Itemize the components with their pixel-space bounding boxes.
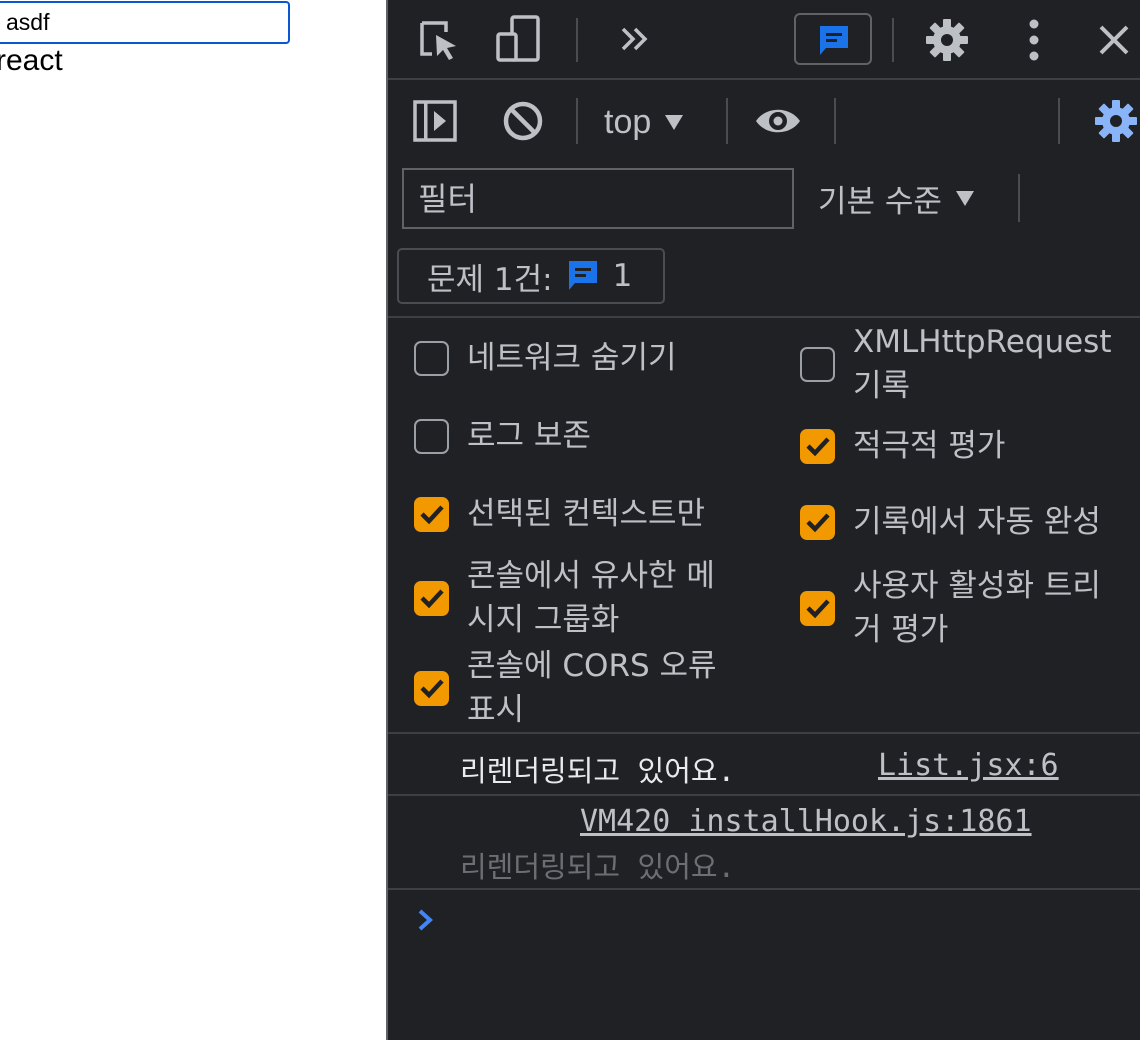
sidebar-toggle-icon[interactable] bbox=[412, 98, 458, 144]
web-page: react bbox=[0, 0, 386, 1040]
message-icon bbox=[820, 26, 848, 55]
console-settings-gear-icon[interactable] bbox=[1092, 98, 1140, 144]
clear-console-icon[interactable] bbox=[500, 98, 546, 144]
checkbox[interactable] bbox=[414, 340, 449, 376]
toolbar-separator bbox=[726, 98, 728, 144]
toolbar-separator bbox=[576, 18, 578, 62]
setting-eager-evaluation[interactable]: 적극적 평가 bbox=[800, 424, 1005, 468]
console-message: VM420 installHook.js:1861 리렌더링되고 있어요. bbox=[388, 796, 1140, 890]
console-message-text: 리렌더링되고 있어요. bbox=[460, 850, 736, 884]
context-select[interactable]: top bbox=[604, 98, 684, 146]
console-filter-input[interactable] bbox=[402, 168, 794, 229]
issues-count-button[interactable]: 문제 1건: 1 bbox=[397, 248, 665, 304]
setting-label: 선택된 컨텍스트만 bbox=[467, 496, 706, 532]
context-label: top bbox=[604, 102, 652, 141]
setting-label-line: 콘솔에서 유사한 메 bbox=[467, 558, 715, 594]
checkbox-checked[interactable] bbox=[414, 670, 449, 706]
checkmark-icon bbox=[419, 679, 444, 699]
checkmark-icon bbox=[805, 513, 830, 533]
close-icon[interactable] bbox=[1096, 22, 1132, 58]
setting-label: 네트워크 숨기기 bbox=[467, 340, 677, 376]
inspect-element-icon[interactable] bbox=[416, 18, 462, 64]
console-source-link[interactable]: VM420 installHook.js:1861 bbox=[580, 804, 1032, 839]
checkbox-checked[interactable] bbox=[800, 590, 835, 626]
page-text: react bbox=[0, 44, 63, 77]
checkmark-icon bbox=[419, 589, 444, 609]
checkmark-icon bbox=[805, 437, 830, 457]
checkbox[interactable] bbox=[800, 346, 835, 382]
more-options-icon[interactable] bbox=[1024, 17, 1044, 63]
more-tabs-icon[interactable] bbox=[618, 24, 652, 54]
issues-label: 문제 1건: bbox=[427, 261, 553, 298]
issues-toolbar-button[interactable] bbox=[794, 13, 872, 65]
log-level-select[interactable]: 기본 수준 bbox=[818, 174, 974, 222]
checkmark-icon bbox=[419, 505, 444, 525]
message-icon bbox=[568, 261, 597, 290]
page-text-input[interactable] bbox=[0, 1, 290, 44]
dropdown-arrow-icon bbox=[955, 190, 974, 206]
setting-log-xhr[interactable]: XMLHttpRequest 기록 bbox=[800, 320, 1111, 408]
setting-label-line: 표시 bbox=[467, 692, 525, 728]
toolbar-separator bbox=[576, 98, 578, 144]
devtools-main-toolbar bbox=[388, 0, 1140, 80]
setting-hide-network[interactable]: 네트워크 숨기기 bbox=[414, 336, 677, 380]
checkbox-checked[interactable] bbox=[800, 504, 835, 540]
setting-cors-errors[interactable]: 콘솔에 CORS 오류 표시 bbox=[414, 644, 717, 732]
dropdown-arrow-icon bbox=[665, 114, 684, 130]
setting-label-line: 시지 그룹화 bbox=[467, 602, 620, 638]
setting-user-activation[interactable]: 사용자 활성화 트리 거 평가 bbox=[800, 564, 1101, 652]
checkbox-checked[interactable] bbox=[800, 428, 835, 464]
checkmark-icon bbox=[805, 599, 830, 619]
toolbar-separator bbox=[1018, 174, 1020, 222]
setting-group-similar[interactable]: 콘솔에서 유사한 메 시지 그룹화 bbox=[414, 554, 715, 642]
toolbar-separator bbox=[1058, 98, 1060, 144]
issues-count: 1 bbox=[612, 258, 633, 294]
setting-label: 적극적 평가 bbox=[853, 428, 1006, 464]
setting-label: 로그 보존 bbox=[467, 418, 591, 454]
console-settings-pane: 네트워크 숨기기 로그 보존 선택된 컨텍스트만 콘솔에서 유사한 메 시지 그… bbox=[388, 316, 1140, 734]
setting-selected-context-only[interactable]: 선택된 컨텍스트만 bbox=[414, 492, 705, 536]
console-message-text: 리렌더링되고 있어요. bbox=[460, 754, 736, 788]
setting-label-line: 사용자 활성화 트리 bbox=[853, 568, 1101, 604]
console-message: 리렌더링되고 있어요. List.jsx:6 bbox=[388, 734, 1140, 796]
setting-label-line: 콘솔에 CORS 오류 bbox=[467, 648, 717, 684]
checkbox[interactable] bbox=[414, 418, 449, 454]
live-expression-eye-icon[interactable] bbox=[754, 104, 802, 138]
settings-gear-icon[interactable] bbox=[924, 17, 970, 63]
setting-label: 기록에서 자동 완성 bbox=[853, 504, 1101, 540]
devtools-panel: top 기본 수준 문제 1건: 1 bbox=[386, 0, 1140, 1040]
console-source-link[interactable]: List.jsx:6 bbox=[878, 748, 1059, 783]
checkbox-checked[interactable] bbox=[414, 496, 449, 532]
setting-autocomplete-history[interactable]: 기록에서 자동 완성 bbox=[800, 500, 1101, 544]
toolbar-separator bbox=[892, 18, 894, 62]
setting-label-line: XMLHttpRequest bbox=[853, 324, 1112, 360]
device-toolbar-icon[interactable] bbox=[494, 14, 542, 64]
setting-label-line: 거 평가 bbox=[853, 612, 949, 648]
log-level-label: 기본 수준 bbox=[818, 183, 942, 220]
checkbox-checked[interactable] bbox=[414, 580, 449, 616]
toolbar-separator bbox=[834, 98, 836, 144]
console-prompt-icon[interactable] bbox=[414, 906, 438, 934]
setting-preserve-log[interactable]: 로그 보존 bbox=[414, 414, 591, 458]
setting-label-line: 기록 bbox=[853, 368, 911, 404]
